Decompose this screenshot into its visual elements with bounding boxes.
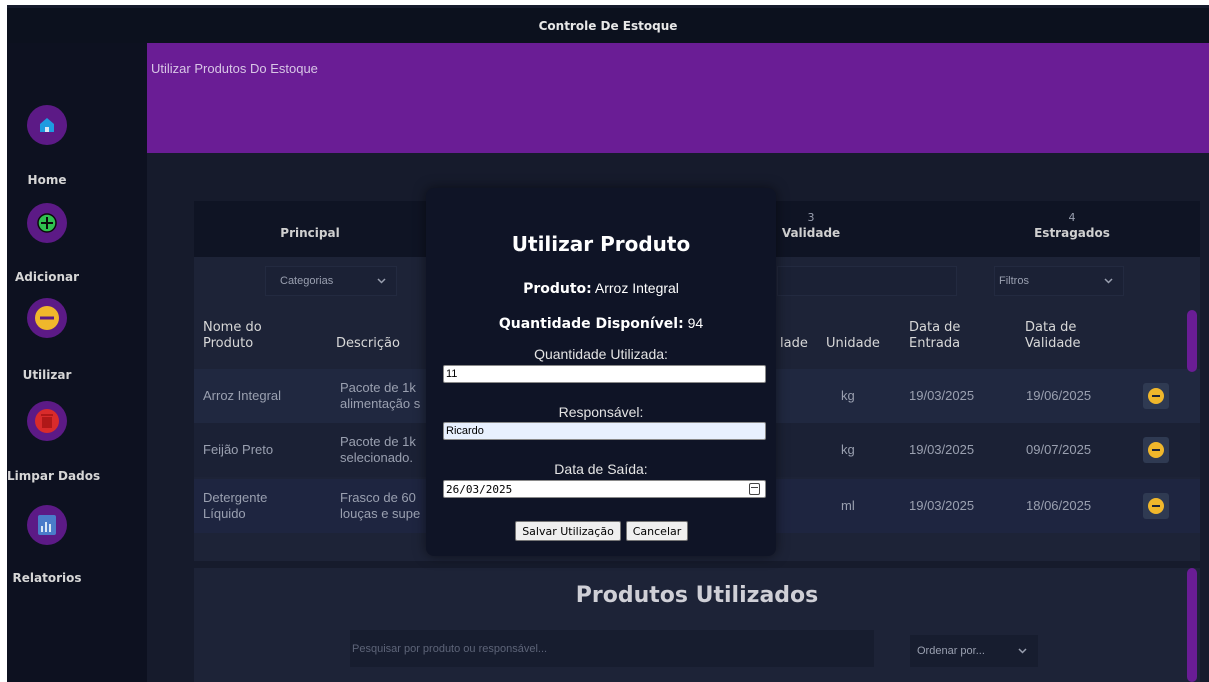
cell-validade: 09/07/2025 — [1026, 442, 1092, 457]
col-header-descricao: Descrição — [336, 336, 400, 351]
sidebar-item-label: Limpar Dados — [7, 469, 101, 483]
cell-entrada: 19/03/2025 — [909, 498, 975, 513]
sidebar-item-label: Home — [27, 173, 67, 187]
chevron-down-icon — [1104, 278, 1113, 284]
tab-estragados[interactable]: 4 Estragados — [997, 201, 1147, 257]
sidebar-item-label: Utilizar — [22, 368, 72, 382]
sidebar-item-label: Relatorios — [12, 571, 82, 585]
page-title: Controle De Estoque — [7, 8, 1209, 43]
app-screen: Controle De Estoque Home Adicionar Utili… — [7, 5, 1209, 682]
tab-principal[interactable]: Principal — [194, 201, 426, 257]
responsavel-label: Responsável: — [558, 404, 644, 420]
cell-nome: Feijão Preto — [203, 442, 274, 457]
cell-descricao: Pacote de 1k alimentação s — [340, 380, 421, 411]
cell-validade: 18/06/2025 — [1026, 498, 1092, 513]
used-products-title: Produtos Utilizados — [575, 583, 819, 608]
minus-icon — [1148, 442, 1164, 458]
filter-select[interactable]: Filtros — [994, 266, 1124, 296]
col-header-unidade: Unidade — [826, 336, 880, 351]
cell-entrada: 19/03/2025 — [909, 388, 975, 403]
tab-validade[interactable]: 3 Validade — [776, 201, 846, 257]
sidebar-item-label: Adicionar — [14, 270, 80, 284]
cell-nome: Arroz Integral — [203, 388, 282, 403]
cell-unidade: ml — [841, 498, 855, 513]
calendar-icon[interactable] — [749, 483, 760, 495]
cell-descricao: Frasco de 60 louças e supe — [340, 490, 421, 521]
exit-date-input[interactable]: 26/03/2025 — [443, 480, 766, 498]
qtd-util-label: Quantidade Utilizada: — [534, 346, 668, 362]
use-product-button[interactable] — [1143, 437, 1169, 463]
use-product-button[interactable] — [1143, 493, 1169, 519]
table-scrollbar[interactable] — [1187, 310, 1197, 372]
home-icon — [27, 105, 67, 145]
use-product-modal: Utilizar Produto Produto: Arroz Integral… — [426, 188, 776, 556]
cell-nome: Detergente Líquido — [203, 490, 268, 521]
page-scrollbar[interactable] — [1187, 568, 1197, 682]
trash-icon — [27, 401, 67, 441]
col-header-nome: Nome do Produto — [203, 320, 262, 351]
report-icon — [27, 505, 67, 545]
modal-available-line: Quantidade Disponível: 94 — [498, 315, 704, 332]
cell-unidade: kg — [841, 388, 855, 403]
minus-icon — [27, 298, 67, 338]
used-search-input[interactable]: Pesquisar por produto ou responsável... — [350, 630, 874, 667]
minus-icon — [1148, 498, 1164, 514]
category-select[interactable]: Categorias — [265, 266, 397, 296]
minus-icon — [1148, 388, 1164, 404]
cell-validade: 19/06/2025 — [1026, 388, 1092, 403]
col-header-validade: Data de Validade — [1025, 320, 1081, 351]
col-header-entrada: Data de Entrada — [909, 320, 961, 351]
data-saida-label: Data de Saída: — [554, 461, 648, 477]
chevron-down-icon — [377, 278, 386, 284]
sidebar — [7, 43, 147, 682]
cell-entrada: 19/03/2025 — [909, 442, 975, 457]
page-banner: Utilizar Produtos Do Estoque — [147, 43, 1209, 153]
plus-icon — [27, 203, 67, 243]
modal-product-line: Produto: Arroz Integral — [523, 280, 679, 297]
col-header-quantidade: lade — [780, 336, 808, 351]
responsavel-input[interactable]: Ricardo — [443, 422, 766, 440]
banner-title: Utilizar Produtos Do Estoque — [151, 61, 318, 76]
save-usage-button[interactable]: Salvar Utilização — [515, 521, 621, 541]
cancel-button[interactable]: Cancelar — [626, 521, 688, 541]
use-product-button[interactable] — [1143, 383, 1169, 409]
search-field[interactable] — [777, 266, 957, 296]
chevron-down-icon — [1018, 648, 1027, 654]
cell-descricao: Pacote de 1k selecionado. — [340, 434, 416, 465]
order-select[interactable]: Ordenar por... — [910, 635, 1038, 667]
modal-title: Utilizar Produto — [511, 232, 691, 256]
quantity-used-input[interactable]: 11 — [443, 365, 766, 383]
cell-unidade: kg — [841, 442, 855, 457]
